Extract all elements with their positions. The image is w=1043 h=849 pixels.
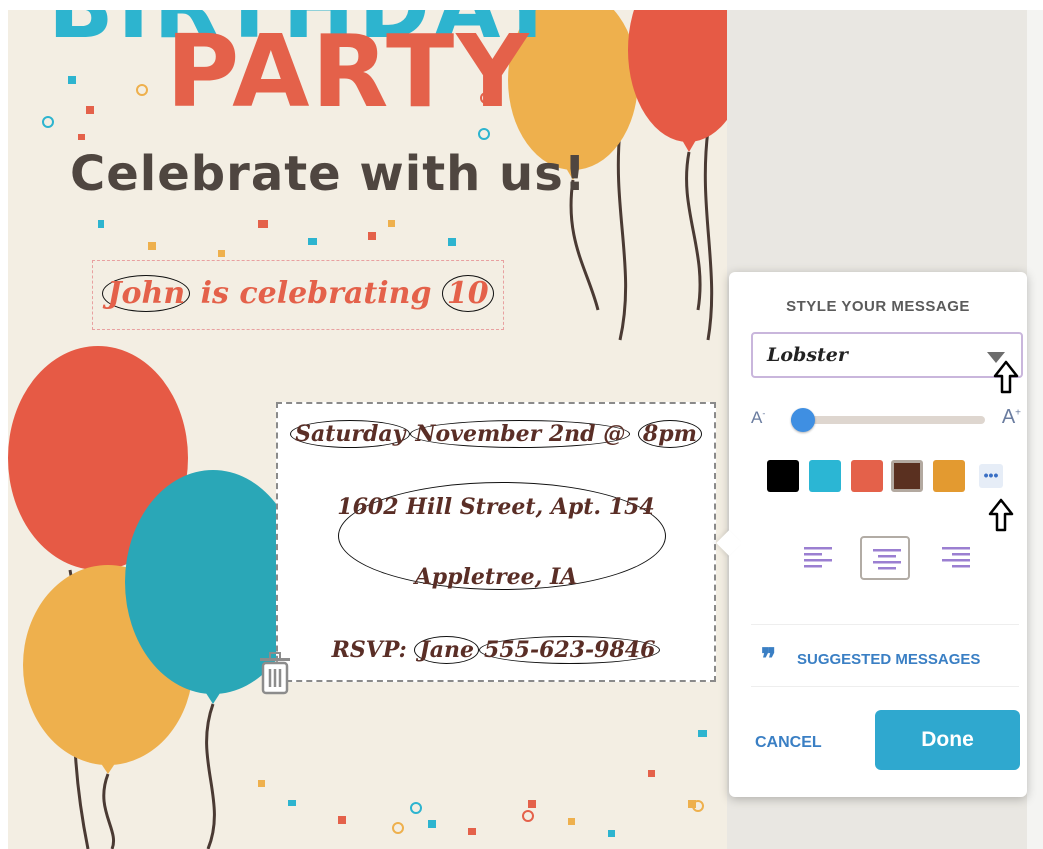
rsvp-name: Jane	[414, 636, 480, 664]
align-center-icon	[873, 549, 901, 570]
font-size-slider-thumb[interactable]	[790, 408, 815, 432]
swatch-black[interactable]	[767, 460, 799, 492]
swatch-teal[interactable]	[809, 460, 841, 492]
style-panel: STYLE YOUR MESSAGE Lobster A- A+ ••• ❞ S…	[716, 272, 1027, 797]
name-text-box[interactable]: John is celebrating 10	[92, 260, 504, 330]
event-at: @	[603, 421, 626, 447]
event-date-line: Saturday November 2nd @ 8pm	[278, 420, 714, 448]
event-day: Saturday	[290, 420, 411, 448]
swatch-orange[interactable]	[933, 460, 965, 492]
annotation-arrow-icon	[993, 360, 1019, 394]
address-line-2: Appletree, IA	[414, 564, 578, 590]
increase-size-icon[interactable]: A+	[1002, 406, 1021, 429]
done-button[interactable]: Done	[875, 710, 1020, 770]
annotation-arrow-icon-2	[988, 498, 1014, 532]
card-subtitle: Celebrate with us!	[70, 146, 587, 202]
more-colors-icon[interactable]: •••	[979, 464, 1003, 488]
suggested-messages-label: SUGGESTED MESSAGES	[797, 651, 981, 668]
align-left-button[interactable]	[793, 536, 843, 580]
name-line: John is celebrating 10	[93, 275, 503, 312]
align-right-button[interactable]	[931, 536, 981, 580]
event-date-text: November 2nd	[415, 421, 596, 447]
message-text-box[interactable]: Saturday November 2nd @ 8pm 1602 Hill Str…	[276, 402, 716, 682]
decrease-size-label: A	[751, 408, 763, 427]
increase-size-label: A	[1001, 406, 1016, 428]
cancel-button[interactable]: CANCEL	[755, 734, 822, 752]
decrease-size-icon[interactable]: A-	[751, 408, 765, 428]
alignment-buttons	[793, 536, 993, 582]
name-line-middle: is celebrating	[200, 276, 432, 311]
workspace-scroll-strip	[1027, 10, 1043, 849]
swatch-coral[interactable]	[851, 460, 883, 492]
panel-divider	[751, 624, 1019, 625]
rsvp-label: RSVP:	[331, 637, 407, 663]
align-right-icon	[942, 547, 970, 568]
quote-icon: ❞	[761, 642, 777, 675]
rsvp-line: RSVP: Jane 555-623-9846	[278, 636, 714, 664]
address-line-1: 1602 Hill Street, Apt. 154	[337, 494, 655, 520]
swatch-brown[interactable]	[891, 460, 923, 492]
font-size-control: A- A+	[751, 402, 1021, 432]
event-date: November 2nd @	[410, 420, 631, 448]
font-select[interactable]: Lobster	[751, 332, 1023, 378]
title-party: PARTY	[166, 13, 531, 130]
child-name: John	[102, 275, 191, 312]
suggested-messages-link[interactable]: ❞ SUGGESTED MESSAGES	[761, 642, 1021, 675]
font-select-value: Lobster	[767, 344, 848, 366]
child-age: 10	[441, 275, 494, 312]
trash-icon[interactable]	[257, 650, 293, 696]
align-center-button[interactable]	[860, 536, 910, 580]
align-left-icon	[804, 547, 832, 568]
panel-title: STYLE YOUR MESSAGE	[786, 298, 970, 315]
rsvp-phone: 555-623-9846	[479, 636, 661, 664]
event-time: 8pm	[637, 420, 702, 448]
invitation-card: BIRTHDAY PARTY Celebrate with us! John i…	[8, 10, 727, 849]
font-size-slider[interactable]	[790, 408, 985, 432]
panel-divider-2	[751, 686, 1019, 687]
color-swatches: •••	[767, 460, 1007, 498]
